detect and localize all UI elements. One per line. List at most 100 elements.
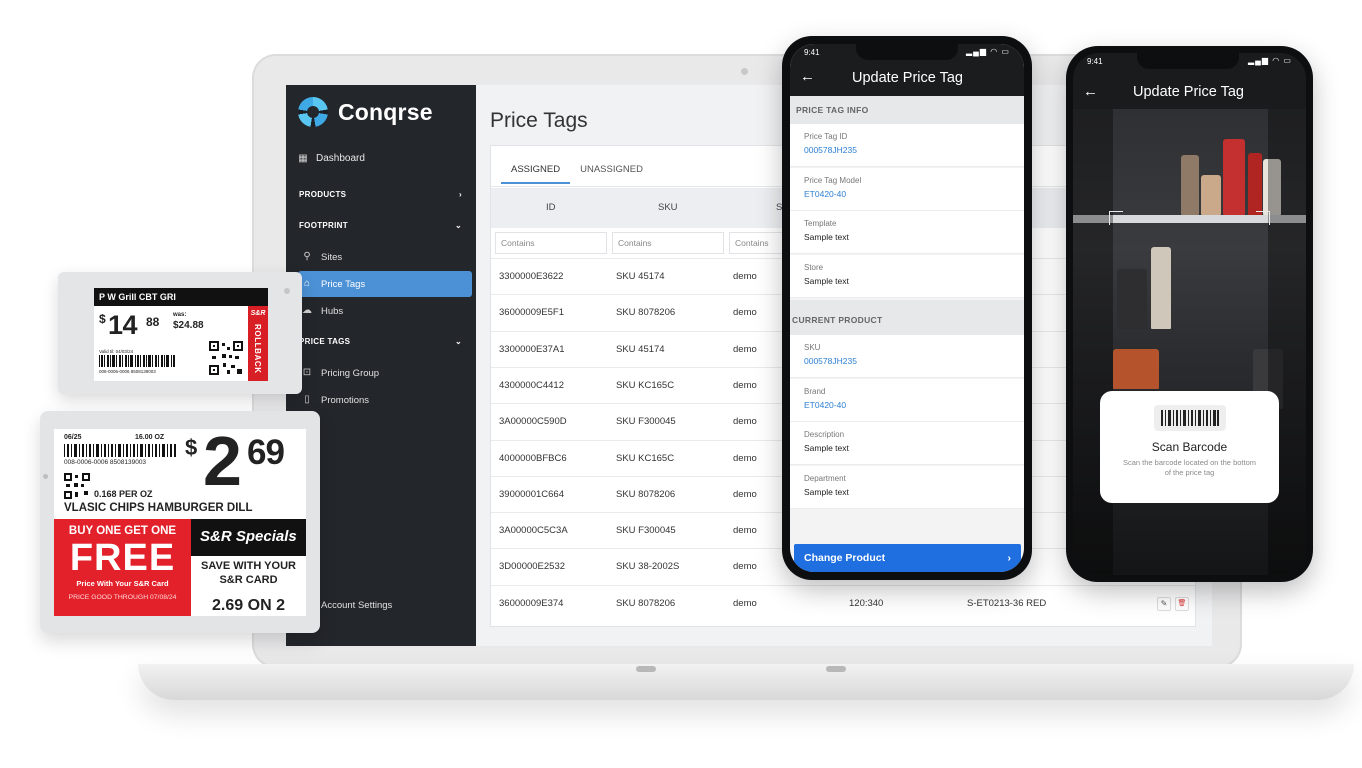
field-value[interactable]: 000578JH235	[804, 145, 1010, 155]
phone-notch	[856, 44, 958, 60]
tab-bar: ASSIGNED UNASSIGNED	[501, 160, 653, 184]
product-bottle	[1151, 247, 1171, 329]
sidebar-item-account-settings[interactable]: ⚙ Account Settings	[302, 592, 472, 618]
laptop-notch-right	[826, 666, 846, 672]
column-header-sku[interactable]: SKU	[658, 202, 678, 213]
sidebar-item-label: Sites	[321, 251, 343, 263]
sidebar-section-footprint[interactable]: FOOTPRINT ⌄	[299, 221, 462, 230]
sidebar-item-hubs[interactable]: ☁ Hubs	[302, 298, 472, 324]
table-row[interactable]: 36000009E374 SKU 8078206 demo 120:340 S-ET02…	[491, 584, 1197, 621]
currency-symbol: $	[99, 312, 106, 326]
sidebar-section-price-tags[interactable]: PRICE TAGS ⌄	[299, 337, 462, 346]
field-value[interactable]: ET0420-40	[804, 400, 1010, 410]
tag-display: P W Grill CBT GRI $ 14 88 was: $24.88 Va…	[94, 288, 268, 381]
scan-frame-corner	[1256, 211, 1270, 225]
field-label: Department	[804, 473, 846, 483]
filter-sku-input[interactable]: Contains	[612, 232, 724, 254]
field-label: Price Tag Model	[804, 175, 862, 185]
filter-id-input[interactable]: Contains	[495, 232, 607, 254]
filter-site-input[interactable]: Contains	[729, 232, 789, 254]
camera-viewfinder	[1073, 109, 1306, 575]
detail-field[interactable]: Brand ET0420-40	[790, 378, 1024, 422]
tab-unassigned[interactable]: UNASSIGNED	[570, 160, 653, 184]
scan-barcode-card[interactable]: Scan Barcode Scan the barcode located on…	[1100, 391, 1279, 503]
cell-sku: SKU 8078206	[616, 597, 676, 609]
promo-headline: BUY ONE GET ONE	[68, 525, 177, 537]
cell-site: demo	[733, 561, 757, 573]
barcode-icon	[64, 444, 176, 457]
promo-card-note: Price With Your S&R Card	[76, 579, 169, 588]
cell-site: demo	[733, 597, 757, 609]
detail-field[interactable]: Price Tag Model ET0420-40	[790, 167, 1024, 211]
phone-title: Update Price Tag	[852, 70, 963, 86]
cell-sku: SKU KC165C	[616, 452, 675, 464]
pricing-group-icon: ⊡	[302, 367, 312, 378]
change-product-button[interactable]: Change Product ›	[794, 544, 1021, 572]
field-value[interactable]: 000578JH235	[804, 356, 1010, 366]
detail-field[interactable]: Department Sample text	[790, 465, 1024, 509]
cell-sku: SKU 45174	[616, 343, 665, 355]
detail-field[interactable]: SKU 000578JH235	[790, 335, 1024, 378]
tag-date: 06/25	[64, 434, 82, 441]
barcode-number: 008-0006-0006 8508139003	[64, 459, 147, 466]
currency-symbol: $	[185, 435, 198, 460]
cell-id: 4000000BFBC6	[499, 452, 567, 464]
promotions-icon: ▯	[304, 394, 310, 405]
phone-screen: 9:41 ▂▄▆ ◠ ▭ ← Update Price Tag PRICE TA…	[790, 44, 1024, 572]
chevron-down-icon: ⌄	[454, 221, 462, 230]
field-value[interactable]: ET0420-40	[804, 189, 1010, 199]
laptop-camera	[741, 68, 748, 75]
phone-update-price-tag: 9:41 ▂▄▆ ◠ ▭ ← Update Price Tag PRICE TA…	[782, 36, 1032, 580]
brand-label: S&R	[250, 310, 266, 317]
back-arrow-icon[interactable]: ←	[800, 68, 815, 85]
back-arrow-icon[interactable]: ←	[1083, 83, 1098, 100]
product-bottle	[1201, 175, 1221, 215]
status-icons: ▂▄▆ ◠ ▭	[1248, 56, 1292, 65]
sidebar-item-sites[interactable]: ⚲ Sites	[302, 244, 472, 270]
field-value: Sample text	[804, 275, 849, 286]
promo-banner: BUY ONE GET ONE FREE Price With Your S&R…	[54, 519, 191, 616]
sidebar-item-dashboard[interactable]: ▦ Dashboard	[298, 153, 365, 164]
field-value: Sample text	[804, 486, 849, 497]
rollback-banner: S&R ROLLBACK	[248, 306, 268, 381]
tag-led	[43, 474, 48, 479]
detail-field[interactable]: Template Sample text	[790, 211, 1024, 254]
brand-name: Conqrse	[338, 98, 433, 125]
sidebar-section-products[interactable]: PRODUCTS ›	[299, 190, 462, 199]
cell-site: demo	[733, 379, 757, 391]
field-value: Sample text	[804, 443, 849, 453]
sidebar-item-label: Promotions	[321, 394, 370, 406]
delete-icon[interactable]: 🗑	[1175, 596, 1189, 611]
product-box	[1117, 269, 1147, 329]
cell-site: demo	[733, 343, 757, 355]
detail-field[interactable]: Price Tag ID 000578JH235	[790, 124, 1024, 167]
qr-code-icon	[209, 341, 243, 375]
sidebar-item-promotions[interactable]: ▯ Promotions	[302, 387, 472, 413]
phone-notch	[1137, 53, 1239, 69]
cell-id: 36000009E374	[499, 597, 564, 609]
brand[interactable]: Conqrse	[298, 97, 433, 127]
sidebar-item-pricing-group[interactable]: ⊡ Pricing Group	[302, 360, 472, 386]
column-header-id[interactable]: ID	[546, 202, 556, 213]
row-actions: ✎ 🗑	[1157, 596, 1189, 611]
cell-sku: SKU 8078206	[616, 307, 676, 319]
sidebar-item-label: Account Settings	[321, 599, 393, 611]
laptop-notch-left	[636, 666, 656, 672]
tab-assigned[interactable]: ASSIGNED	[501, 160, 571, 184]
chevron-down-icon: ⌄	[454, 337, 462, 346]
price-dollars: 2	[203, 422, 242, 500]
page-title: Price Tags	[490, 109, 588, 132]
field-label: SKU	[804, 343, 821, 352]
product-bottle	[1248, 153, 1262, 215]
phone-header: 9:41 ▂▄▆ ◠ ▭ ← Update Price Tag	[790, 44, 1024, 96]
edit-icon[interactable]: ✎	[1157, 596, 1171, 611]
detail-field[interactable]: Store Sample text	[790, 254, 1024, 298]
cell-id: 3A00000C5C3A	[499, 525, 568, 537]
was-label: was:	[173, 312, 187, 318]
sidebar-item-price-tags[interactable]: ⌂ Price Tags	[298, 271, 472, 297]
cell-sku: SKU 38-2002S	[616, 561, 680, 573]
detail-field[interactable]: Description Sample text	[790, 422, 1024, 465]
specials-banner: S&R Specials	[191, 519, 306, 556]
promo-valid-through: PRICE GOOD THROUGH 07/08/24	[68, 594, 177, 601]
section-current-product: CURRENT PRODUCT	[790, 300, 1024, 335]
